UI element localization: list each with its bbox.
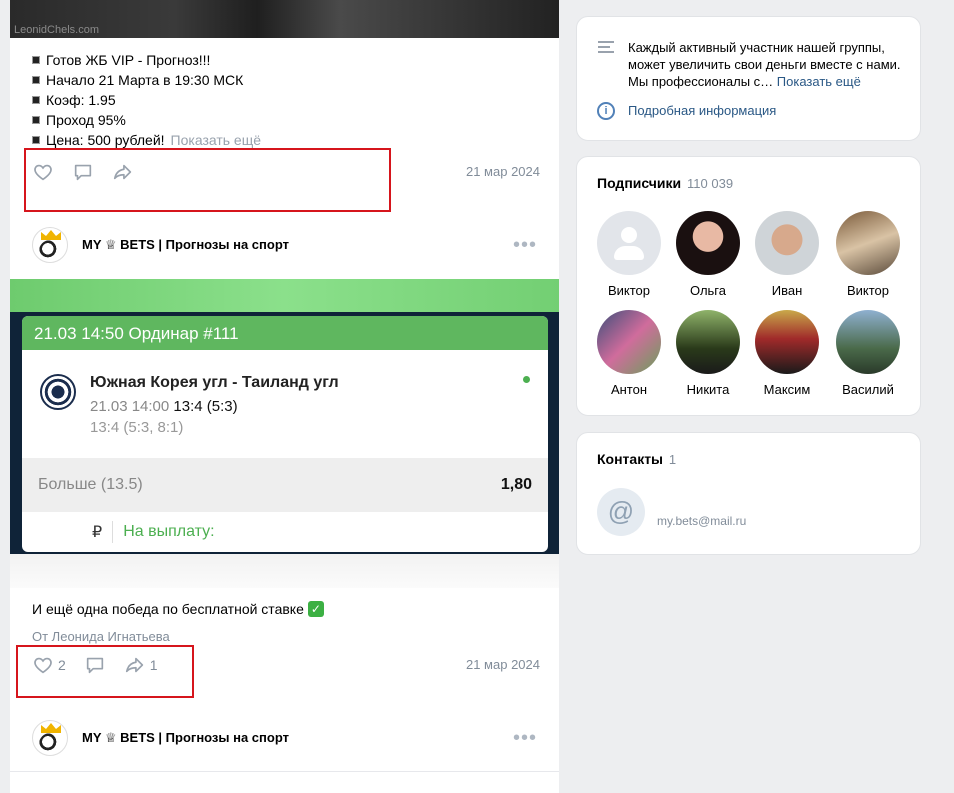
avatar[interactable] bbox=[597, 211, 661, 275]
payout-label: На выплату: bbox=[123, 523, 215, 540]
feed-column: LeonidChels.com Готов ЖБ VIP - Прогноз!!… bbox=[10, 0, 559, 793]
subscriber-item[interactable]: Виктор bbox=[589, 211, 669, 298]
blurred-strip bbox=[10, 279, 559, 312]
post-1-text: Готов ЖБ VIP - Прогноз!!! Начало 21 Март… bbox=[32, 50, 261, 150]
highlight-box bbox=[24, 148, 391, 212]
bet-card: 21.03 14:50 Ординар #111 Южная Корея угл… bbox=[22, 316, 548, 552]
subscriber-item[interactable]: Виктор bbox=[828, 211, 908, 298]
subscriber-item[interactable]: Василий bbox=[828, 310, 908, 397]
post-author-signature[interactable]: От Леонида Игнатьева bbox=[32, 629, 170, 644]
post-line: Коэф: 1.95 bbox=[32, 90, 261, 110]
description-icon bbox=[598, 41, 614, 55]
payout-row: ₽ На выплату: bbox=[22, 512, 548, 552]
post-2-text: И ещё одна победа по бесплатной ставке ✓ bbox=[32, 601, 324, 617]
subscriber-item[interactable]: Антон bbox=[589, 310, 669, 397]
post-line: Готов ЖБ VIP - Прогноз!!! bbox=[32, 50, 261, 70]
odds-value: 1,80 bbox=[500, 476, 532, 493]
match-block: Южная Корея угл - Таиланд угл 21.03 14:0… bbox=[40, 374, 339, 436]
avatar[interactable] bbox=[597, 310, 661, 374]
group-info-card: Каждый активный участник нашей группы, м… bbox=[576, 16, 921, 141]
post-date[interactable]: 21 мар 2024 bbox=[466, 657, 540, 672]
group-name[interactable]: MY ♕ BETS | Прогнозы на спорт bbox=[82, 237, 289, 253]
watermark: LeonidChels.com bbox=[14, 24, 99, 36]
info-icon: i bbox=[597, 102, 615, 120]
avatar[interactable] bbox=[836, 211, 900, 275]
group-description: Каждый активный участник нашей группы, м… bbox=[628, 40, 901, 89]
subscriber-item[interactable]: Иван bbox=[747, 211, 827, 298]
post-author[interactable]: MY ♕ BETS | Прогнозы на спорт bbox=[32, 720, 289, 756]
check-icon: ✓ bbox=[307, 601, 324, 617]
subscriber-item[interactable]: Максим bbox=[747, 310, 827, 397]
more-options-icon[interactable]: ••• bbox=[513, 234, 537, 257]
detailed-info-link[interactable]: Подробная информация bbox=[628, 103, 776, 118]
divider bbox=[10, 771, 559, 772]
match-time: 21.03 14:00 13:4 (5:3) bbox=[90, 398, 238, 415]
show-more-link[interactable]: Показать ещё bbox=[171, 130, 262, 150]
post-date[interactable]: 21 мар 2024 bbox=[466, 164, 540, 179]
avatar[interactable] bbox=[676, 211, 740, 275]
soccer-ball-icon bbox=[40, 374, 76, 410]
subscriber-item[interactable]: Никита bbox=[668, 310, 748, 397]
status-dot bbox=[523, 376, 530, 383]
highlight-box bbox=[16, 645, 194, 698]
show-more-link[interactable]: Показать ещё bbox=[777, 74, 861, 89]
subscriber-item[interactable]: Ольга bbox=[668, 211, 748, 298]
bet-header: 21.03 14:50 Ординар #111 bbox=[22, 316, 548, 350]
avatar[interactable] bbox=[755, 310, 819, 374]
contacts-count: 1 bbox=[668, 452, 677, 467]
avatar[interactable] bbox=[755, 211, 819, 275]
contacts-title[interactable]: Контакты 1 bbox=[597, 451, 676, 467]
odds-label: Больше (13.5) bbox=[38, 476, 143, 493]
match-title: Южная Корея угл - Таиланд угл bbox=[90, 374, 339, 391]
contacts-card: Контакты 1 @ my.bets@mail.ru bbox=[576, 432, 921, 555]
post-line: Цена: 500 рублей! Показать ещё bbox=[32, 130, 261, 150]
avatar[interactable] bbox=[836, 310, 900, 374]
subscribers-count: 110 039 bbox=[687, 176, 734, 191]
subscribers-title[interactable]: Подписчики 110 039 bbox=[597, 175, 733, 191]
post-author[interactable]: MY ♕ BETS | Прогнозы на спорт bbox=[32, 227, 289, 263]
more-options-icon[interactable]: ••• bbox=[513, 727, 537, 750]
currency: ₽ bbox=[92, 524, 103, 541]
post-line: Начало 21 Марта в 19:30 МСК bbox=[32, 70, 261, 90]
avatar[interactable] bbox=[676, 310, 740, 374]
post-image[interactable]: LeonidChels.com bbox=[10, 0, 559, 38]
subscribers-card: Подписчики 110 039 Виктор Ольга Иван Вик… bbox=[576, 156, 921, 416]
contact-email[interactable]: my.bets@mail.ru bbox=[657, 514, 746, 528]
match-periods: 13:4 (5:3, 8:1) bbox=[90, 419, 184, 436]
post-image-bet[interactable]: 21.03 14:50 Ординар #111 Южная Корея угл… bbox=[10, 279, 559, 554]
post-line: Проход 95% bbox=[32, 110, 261, 130]
group-avatar[interactable] bbox=[32, 227, 68, 263]
group-name[interactable]: MY ♕ BETS | Прогнозы на спорт bbox=[82, 730, 289, 746]
at-icon: @ bbox=[597, 488, 645, 536]
blurred-strip bbox=[10, 554, 559, 588]
odds-row: Больше (13.5) 1,80 bbox=[22, 458, 548, 512]
group-avatar[interactable] bbox=[32, 720, 68, 756]
